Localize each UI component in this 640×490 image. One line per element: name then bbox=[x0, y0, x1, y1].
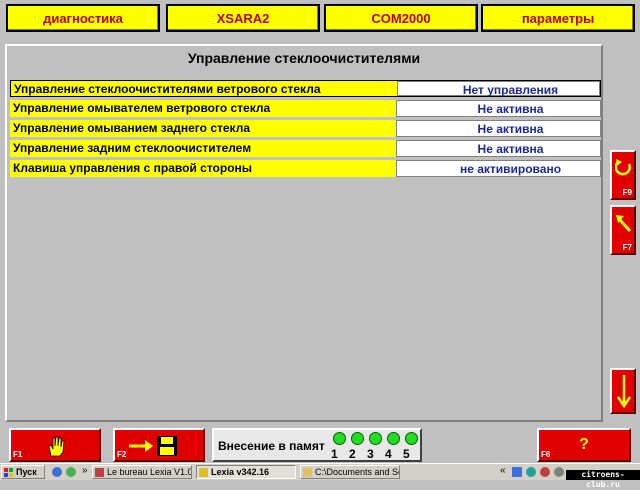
taskbar-item-label: C:\Documents and Settin... bbox=[315, 467, 399, 477]
taskbar-item-lexia-bureau[interactable]: Le bureau Lexia V1.0.11 bbox=[92, 465, 192, 479]
memory-slots-panel: Внесение в памят 1 2 3 4 5 bbox=[212, 428, 422, 462]
quick-launch-chevron[interactable]: » bbox=[82, 465, 88, 476]
memory-slot-number: 3 bbox=[367, 447, 374, 461]
parameter-value: Не активна bbox=[396, 140, 601, 157]
memory-slot-number: 5 bbox=[403, 447, 410, 461]
help-icon: ? bbox=[579, 436, 589, 453]
parameter-label: Управление задним стеклоочистителем bbox=[10, 140, 396, 157]
taskbar-item-explorer[interactable]: C:\Documents and Settin... bbox=[300, 465, 400, 479]
rotate-arrow-icon bbox=[615, 159, 631, 176]
parameter-label: Клавиша управления с правой стороны bbox=[10, 160, 396, 177]
tray-app-icon[interactable] bbox=[526, 467, 536, 477]
tab-vehicle[interactable]: XSARA2 bbox=[166, 4, 320, 32]
windows-taskbar: Пуск » Le bureau Lexia V1.0.11 Lexia v34… bbox=[0, 463, 640, 480]
memory-slot-number: 1 bbox=[331, 447, 338, 461]
browser-icon[interactable] bbox=[66, 467, 76, 477]
main-panel: Управление стеклоочистителями Управление… bbox=[5, 44, 603, 422]
diagonal-arrow-icon bbox=[616, 215, 632, 233]
tray-app-icon[interactable] bbox=[540, 467, 550, 477]
parameter-row[interactable]: Управление стеклоочистителями ветрового … bbox=[10, 80, 601, 97]
tab-parameters[interactable]: параметры bbox=[481, 4, 635, 32]
parameter-row[interactable]: Управление омывателем ветрового стекла Н… bbox=[10, 100, 601, 117]
memory-slot-led[interactable] bbox=[369, 432, 382, 445]
f6-label: F6 bbox=[541, 450, 551, 459]
watermark: citroens-club.ru bbox=[566, 470, 640, 489]
parameter-row[interactable]: Управление задним стеклоочистителем Не а… bbox=[10, 140, 601, 157]
f1-label: F1 bbox=[13, 450, 23, 459]
start-button[interactable]: Пуск bbox=[1, 465, 45, 479]
tab-diagnostics[interactable]: диагностика bbox=[6, 4, 160, 32]
memory-slot-led[interactable] bbox=[351, 432, 364, 445]
start-label: Пуск bbox=[16, 467, 37, 477]
taskbar-item-lexia[interactable]: Lexia v342.16 bbox=[196, 465, 296, 479]
volume-icon[interactable] bbox=[554, 467, 564, 477]
app-icon bbox=[199, 468, 208, 477]
action-button-f7[interactable]: F7 bbox=[610, 205, 636, 255]
stop-button-f1[interactable]: F1 bbox=[9, 428, 101, 462]
parameter-label: Управление стеклоочистителями ветрового … bbox=[11, 81, 397, 96]
parameter-value: Не активна bbox=[396, 100, 601, 117]
ie-icon[interactable] bbox=[52, 467, 62, 477]
folder-icon bbox=[303, 468, 312, 477]
memory-label: Внесение в памят bbox=[218, 439, 325, 453]
memory-slot-number: 4 bbox=[385, 447, 392, 461]
parameter-value: Не активна bbox=[396, 120, 601, 137]
taskbar-item-label: Le bureau Lexia V1.0.11 bbox=[107, 467, 191, 477]
f9-label: F9 bbox=[622, 188, 632, 197]
parameter-value: Нет управления bbox=[397, 81, 600, 97]
hand-stop-icon bbox=[48, 436, 65, 457]
parameter-label: Управление омыванием заднего стекла bbox=[10, 120, 396, 137]
f2-label: F2 bbox=[117, 450, 127, 459]
refresh-button-f9[interactable]: F9 bbox=[610, 150, 636, 200]
memory-slot-led[interactable] bbox=[387, 432, 400, 445]
network-icon[interactable] bbox=[512, 467, 522, 477]
parameter-value: не активировано bbox=[396, 160, 601, 177]
app-icon bbox=[95, 468, 104, 477]
panel-title: Управление стеклоочистителями bbox=[187, 50, 421, 66]
save-disk-icon bbox=[129, 436, 177, 456]
memory-slot-number: 2 bbox=[349, 447, 356, 461]
tab-ecu[interactable]: COM2000 bbox=[324, 4, 478, 32]
down-arrow-icon bbox=[616, 375, 632, 409]
f7-label: F7 bbox=[622, 243, 632, 252]
parameter-label: Управление омывателем ветрового стекла bbox=[10, 100, 396, 117]
memory-slot-led[interactable] bbox=[333, 432, 346, 445]
memory-slot-led[interactable] bbox=[405, 432, 418, 445]
taskbar-item-label: Lexia v342.16 bbox=[211, 467, 270, 477]
help-button-f6[interactable]: ? F6 bbox=[537, 428, 631, 462]
scroll-down-button[interactable] bbox=[610, 368, 636, 414]
tray-chevron[interactable]: « bbox=[500, 465, 506, 476]
windows-logo-icon bbox=[4, 468, 13, 477]
parameter-row[interactable]: Управление омыванием заднего стекла Не а… bbox=[10, 120, 601, 137]
parameter-row[interactable]: Клавиша управления с правой стороны не а… bbox=[10, 160, 601, 177]
save-button-f2[interactable]: F2 bbox=[113, 428, 205, 462]
